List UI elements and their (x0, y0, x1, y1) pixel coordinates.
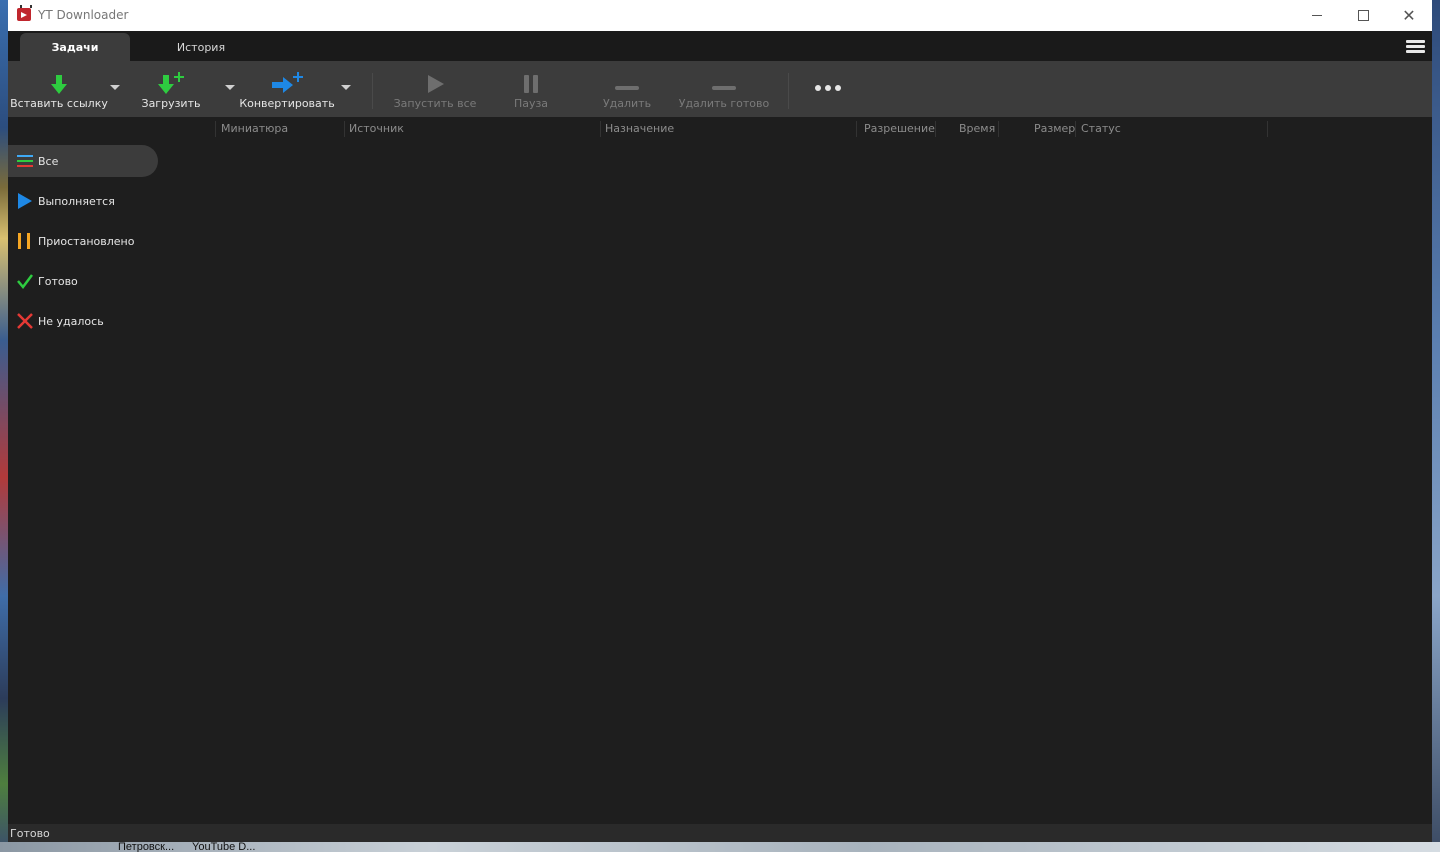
status-text: Готово (10, 827, 50, 840)
taskbar: Петровск... YouTube D... (0, 842, 1440, 852)
toolbar-separator (372, 73, 373, 109)
sidebar-item-label: Готово (38, 274, 78, 288)
window-title: YT Downloader (38, 8, 129, 22)
sidebar-item-done[interactable]: Готово (8, 265, 158, 297)
sidebar-item-failed[interactable]: Не удалось (8, 305, 158, 337)
sidebar-item-running[interactable]: Выполняется (8, 185, 158, 217)
sidebar-item-label: Не удалось (38, 314, 104, 328)
start-all-button[interactable]: Запустить все (394, 61, 476, 117)
desktop-background-left (0, 0, 8, 852)
tab-history[interactable]: История (158, 33, 244, 61)
column-separator (1267, 121, 1268, 137)
delete-done-button[interactable]: Удалить готово (678, 61, 770, 117)
app-logo-icon (17, 8, 31, 21)
sidebar: Все Выполняется Приостановлено Готово Не… (8, 141, 168, 824)
minus-icon (614, 61, 640, 95)
column-separator (935, 121, 936, 137)
download-dropdown-icon[interactable] (225, 85, 235, 90)
download-button[interactable]: Загрузить (134, 61, 208, 117)
column-size[interactable]: Размер (1034, 122, 1075, 135)
pause-icon (17, 233, 33, 249)
column-source[interactable]: Источник (349, 122, 404, 135)
taskbar-item[interactable]: Петровск... (118, 842, 174, 852)
close-button[interactable]: ✕ (1386, 0, 1432, 31)
toolbar: Вставить ссылку Загрузить Конвертировать… (8, 61, 1432, 117)
sidebar-item-paused[interactable]: Приостановлено (8, 225, 158, 257)
more-button[interactable] (806, 61, 850, 117)
delete-done-label: Удалить готово (678, 97, 770, 110)
taskbar-item[interactable]: YouTube D... (192, 842, 255, 852)
column-separator (600, 121, 601, 137)
column-headers: Миниатюра Источник Назначение Разрешение… (8, 117, 1432, 141)
download-label: Загрузить (141, 97, 201, 110)
column-separator (1075, 121, 1076, 137)
start-all-label: Запустить все (393, 97, 477, 110)
paste-link-label: Вставить ссылку (10, 97, 108, 110)
minimize-button[interactable] (1294, 0, 1340, 31)
close-icon: ✕ (1402, 5, 1416, 25)
desktop-background-right (1432, 0, 1440, 852)
column-separator (998, 121, 999, 137)
pause-label: Пауза (513, 97, 549, 110)
play-icon (17, 193, 33, 209)
pause-button[interactable]: Пауза (496, 61, 566, 117)
column-status[interactable]: Статус (1081, 122, 1121, 135)
pause-icon (522, 61, 540, 95)
sidebar-item-label: Все (38, 154, 59, 168)
sidebar-item-label: Приостановлено (38, 234, 135, 248)
maximize-button[interactable] (1340, 0, 1386, 31)
column-separator (215, 121, 216, 137)
convert-arrow-icon (269, 61, 305, 95)
convert-button[interactable]: Конвертировать (239, 61, 335, 117)
column-resolution[interactable]: Разрешение (864, 122, 935, 135)
minus-icon (711, 61, 737, 95)
toolbar-separator (788, 73, 789, 109)
play-icon (425, 61, 445, 95)
column-thumbnail[interactable]: Миниатюра (221, 122, 288, 135)
menu-icon[interactable] (1406, 40, 1425, 54)
status-bar: Готово (8, 824, 1432, 842)
list-icon (17, 153, 33, 169)
check-icon (17, 273, 33, 290)
title-bar[interactable]: YT Downloader ✕ (8, 0, 1432, 31)
tab-bar: Задачи История (8, 31, 1432, 61)
column-destination[interactable]: Назначение (605, 122, 674, 135)
minimize-icon (1312, 15, 1322, 16)
maximize-icon (1357, 10, 1369, 21)
paste-link-button[interactable]: Вставить ссылку (10, 61, 108, 117)
download-arrow-icon (49, 61, 69, 95)
sidebar-item-all[interactable]: Все (8, 145, 158, 177)
column-separator (856, 121, 857, 137)
delete-label: Удалить (602, 97, 652, 110)
more-dots-icon (814, 61, 842, 95)
convert-dropdown-icon[interactable] (341, 85, 351, 90)
download-add-icon (155, 61, 187, 95)
app-window: YT Downloader ✕ Задачи История Вставить … (8, 0, 1432, 842)
column-time[interactable]: Время (959, 122, 995, 135)
tab-tasks[interactable]: Задачи (20, 33, 130, 61)
cross-icon (17, 313, 33, 329)
paste-link-dropdown-icon[interactable] (110, 85, 120, 90)
sidebar-item-label: Выполняется (38, 194, 115, 208)
column-separator (344, 121, 345, 137)
convert-label: Конвертировать (239, 97, 335, 110)
delete-button[interactable]: Удалить (594, 61, 660, 117)
